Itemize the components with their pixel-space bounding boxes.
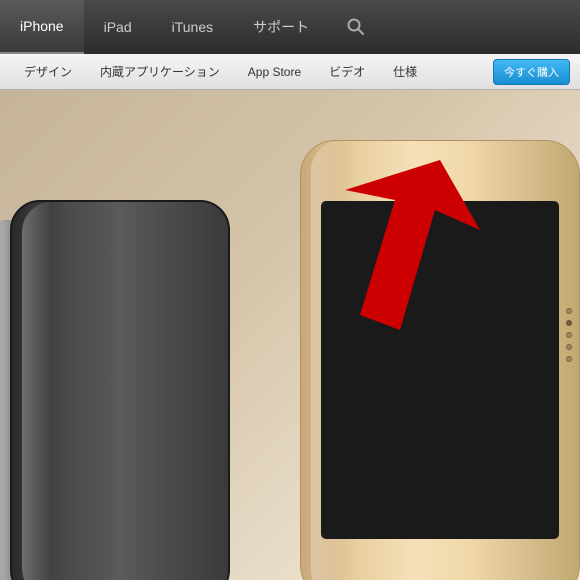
sub-nav: デザイン 内蔵アプリケーション App Store ビデオ 仕様 今すぐ購入	[0, 54, 580, 90]
subnav-appstore[interactable]: App Store	[234, 54, 315, 90]
nav-iphone[interactable]: iPhone	[0, 0, 84, 54]
iphone-gold	[300, 120, 580, 580]
iphone-dark-body	[10, 200, 230, 580]
subnav-video[interactable]: ビデオ	[315, 54, 379, 90]
iphone-gold-body	[300, 140, 580, 580]
dot-5[interactable]	[566, 356, 572, 362]
nav-support[interactable]: サポート	[233, 0, 329, 54]
phone-dark-highlight	[22, 202, 52, 580]
nav-ipad[interactable]: iPad	[84, 0, 152, 54]
nav-itunes[interactable]: iTunes	[152, 0, 234, 54]
subnav-design[interactable]: デザイン	[10, 54, 86, 90]
top-nav: iPhone iPad iTunes サポート	[0, 0, 580, 54]
subnav-apps[interactable]: 内蔵アプリケーション	[86, 54, 234, 90]
buy-button[interactable]: 今すぐ購入	[493, 59, 570, 85]
search-icon	[347, 18, 365, 36]
hero-section	[0, 90, 580, 580]
dot-1[interactable]	[566, 308, 572, 314]
dot-4[interactable]	[566, 344, 572, 350]
dot-3[interactable]	[566, 332, 572, 338]
iphone-dark	[10, 180, 230, 580]
search-button[interactable]	[329, 0, 383, 54]
subnav-specs[interactable]: 仕様	[379, 54, 431, 90]
iphone-screen	[321, 201, 559, 539]
pagination-dots	[566, 308, 572, 362]
dot-2[interactable]	[566, 320, 572, 326]
